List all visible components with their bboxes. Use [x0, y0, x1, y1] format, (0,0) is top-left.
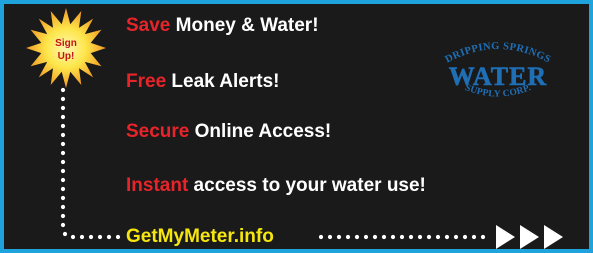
- arrow-right-icon: [520, 225, 539, 249]
- benefit-text: access to your water use!: [188, 175, 426, 196]
- benefit-highlight: Instant: [126, 175, 189, 196]
- benefit-text: Money & Water!: [170, 15, 319, 36]
- benefit-free: Free Leak Alerts!: [126, 70, 279, 94]
- arrow-right-icon: [544, 225, 563, 249]
- benefit-highlight: Secure: [126, 121, 190, 142]
- benefit-highlight: Save: [126, 15, 171, 36]
- benefit-text: Leak Alerts!: [166, 71, 280, 92]
- benefit-secure: Secure Online Access!: [126, 120, 331, 144]
- logo-center-text: WATER: [449, 62, 547, 91]
- sign-up-line-2: Up!: [57, 51, 75, 62]
- getmymeter-link[interactable]: GetMyMeter.info: [126, 225, 274, 249]
- arrow-icons: [496, 225, 563, 249]
- sign-up-line-1: Sign: [55, 38, 77, 49]
- arrow-right-icon: [496, 225, 515, 249]
- benefit-save: Save Money & Water!: [126, 14, 319, 38]
- dripping-springs-water-logo: DRIPPING SPRINGS WATER SUPPLY CORP.: [444, 41, 553, 100]
- benefit-highlight: Free: [126, 71, 167, 92]
- dotted-line: [60, 87, 486, 240]
- benefit-instant: Instant access to your water use!: [126, 174, 426, 198]
- benefit-text: Online Access!: [189, 121, 332, 142]
- sign-up-badge[interactable]: Sign Up!: [26, 37, 106, 63]
- banner: Sign Up! Save Money & Water! Free Leak A…: [4, 4, 589, 249]
